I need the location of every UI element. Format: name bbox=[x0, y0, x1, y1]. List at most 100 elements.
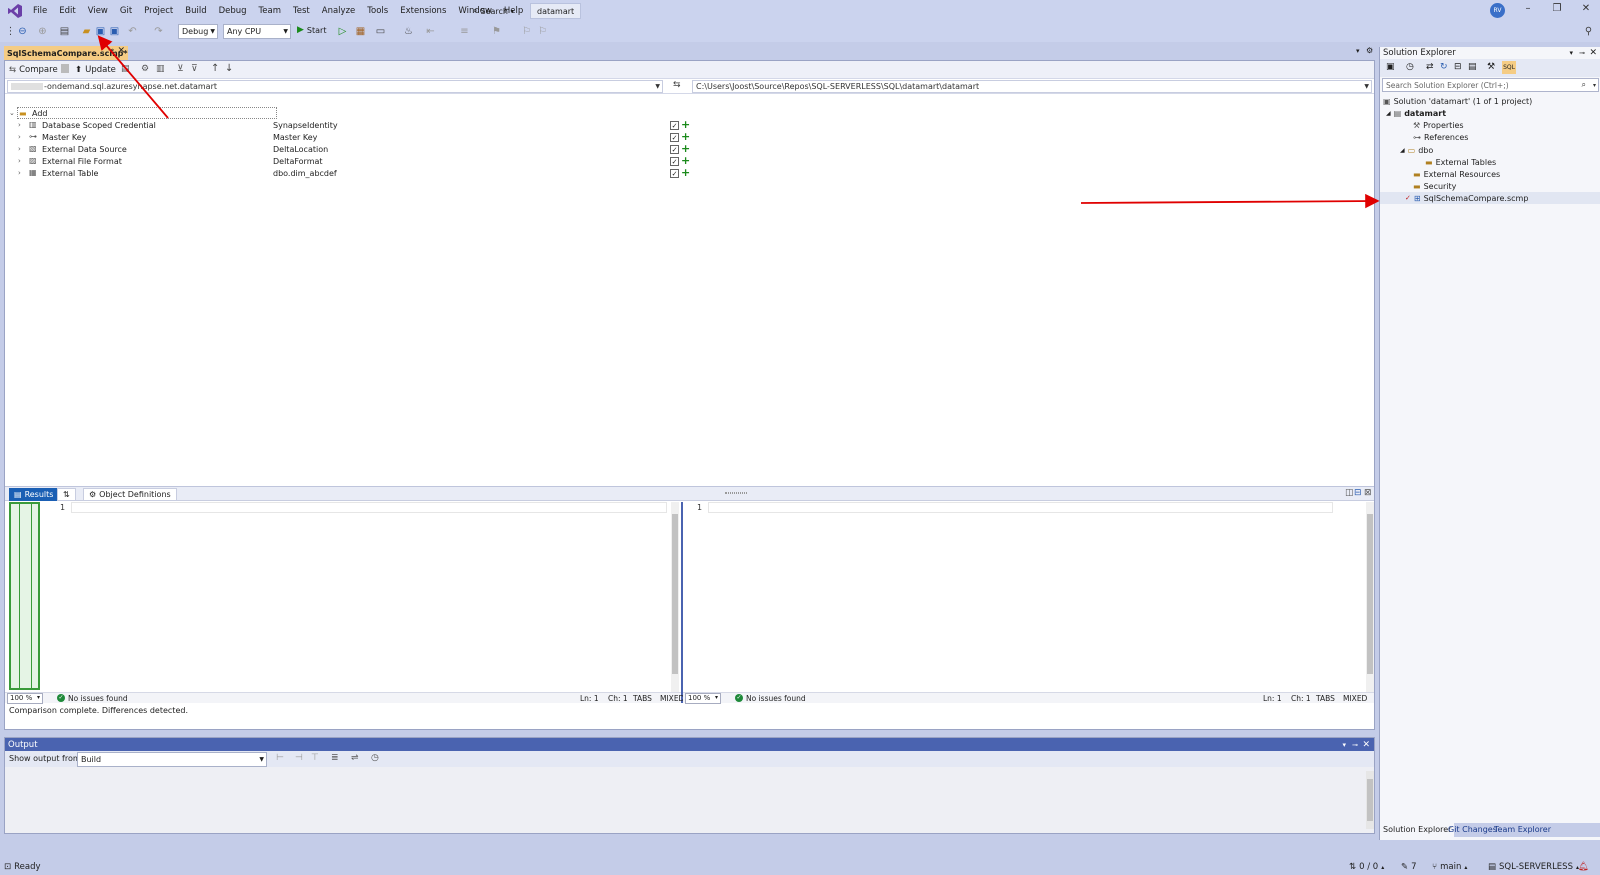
options-icon[interactable]: ⚙ bbox=[141, 64, 149, 74]
menu-view[interactable]: View bbox=[82, 6, 114, 16]
properties-icon[interactable]: ⚒ bbox=[1487, 62, 1495, 72]
scrollbar-thumb[interactable] bbox=[1367, 514, 1373, 674]
chevron-right-icon[interactable]: › bbox=[18, 169, 21, 177]
include-checkbox[interactable]: ✓ bbox=[670, 132, 679, 142]
tree-node-project[interactable]: ◢ ▤ datamart bbox=[1386, 107, 1446, 119]
start-without-debugging-icon[interactable]: ▷ bbox=[336, 25, 349, 38]
tree-node-properties[interactable]: ⚒ Properties bbox=[1413, 119, 1464, 131]
next-change-icon[interactable]: ↓ bbox=[225, 63, 233, 74]
pin-icon[interactable]: ⊸ bbox=[108, 46, 114, 54]
save-icon[interactable]: ▣ bbox=[94, 25, 107, 38]
output-source-select[interactable]: Build ▼ bbox=[77, 752, 267, 767]
close-icon[interactable]: ✕ bbox=[1589, 48, 1597, 58]
configuration-select[interactable]: Debug ▼ bbox=[178, 24, 218, 39]
menu-project[interactable]: Project bbox=[138, 6, 179, 16]
tree-node-external-tables[interactable]: ▬ External Tables bbox=[1425, 156, 1496, 168]
menu-analyze[interactable]: Analyze bbox=[316, 6, 362, 16]
generate-script-icon[interactable]: ▤ bbox=[121, 64, 130, 74]
tree-node-external-resources[interactable]: ▬ External Resources bbox=[1413, 168, 1500, 180]
zoom-select[interactable]: 100 % ▾ bbox=[685, 693, 721, 704]
previous-change-icon[interactable]: ↑ bbox=[211, 63, 219, 74]
target-script-pane[interactable]: 1 bbox=[683, 502, 1374, 692]
solution-search-input[interactable]: Search Solution Explorer (Ctrl+;) ⌕ ▾ bbox=[1382, 78, 1599, 92]
collapse-icon[interactable]: ⊠ bbox=[1364, 488, 1372, 498]
avatar[interactable]: RV bbox=[1490, 3, 1505, 18]
hot-reload-icon[interactable]: ♨ bbox=[402, 25, 415, 38]
chevron-down-icon[interactable]: ▾ bbox=[1569, 49, 1573, 57]
find-message-icon[interactable]: ⊢ bbox=[276, 753, 284, 763]
include-checkbox[interactable]: ✓ bbox=[670, 120, 679, 130]
tree-node-scmp-file[interactable]: ✓ ⊞ SqlSchemaCompare.scmp bbox=[1380, 192, 1600, 204]
show-all-files-icon[interactable]: ▤ bbox=[1468, 62, 1477, 72]
menu-debug[interactable]: Debug bbox=[213, 6, 253, 16]
back-icon[interactable]: ⊖ bbox=[16, 25, 29, 38]
expanded-icon[interactable]: ⌄ bbox=[9, 109, 15, 117]
undo-icon[interactable]: ↶ bbox=[126, 25, 139, 38]
output-text-area[interactable] bbox=[5, 767, 1374, 833]
vertical-scrollbar[interactable] bbox=[671, 502, 679, 692]
line-ending-indicator[interactable]: MIXED bbox=[660, 694, 684, 703]
browse-icon[interactable]: ▦ bbox=[354, 25, 367, 38]
tree-node-solution[interactable]: ▣ Solution 'datamart' (1 of 1 project) bbox=[1383, 95, 1532, 107]
tree-node-security[interactable]: ▬ Security bbox=[1413, 180, 1456, 192]
update-button[interactable]: ⬆ Update bbox=[75, 63, 116, 77]
tab-object-definitions[interactable]: ⚙ Object Definitions bbox=[83, 488, 177, 501]
platform-select[interactable]: Any CPU ▼ bbox=[223, 24, 291, 39]
previous-message-icon[interactable]: ⊣ bbox=[295, 753, 303, 763]
tab-team-explorer[interactable]: Team Explorer bbox=[1494, 825, 1551, 834]
source-script-pane[interactable]: 1 bbox=[5, 502, 681, 692]
bookmark-clear-icon[interactable]: ⚐ bbox=[536, 25, 549, 38]
split-horizontal-icon[interactable]: ⊟ bbox=[1354, 488, 1362, 498]
group-by-icon[interactable]: ▥ bbox=[156, 64, 165, 74]
zoom-select[interactable]: 100 % ▾ bbox=[7, 693, 43, 704]
next-message-icon[interactable]: ⊤ bbox=[311, 753, 319, 763]
branch-picker[interactable]: ⑂ main ▴ bbox=[1432, 862, 1467, 872]
table-row[interactable]: › ▦ External Table dbo.dim_abcdef ✓ + bbox=[5, 167, 1374, 179]
tabs-indicator[interactable]: TABS bbox=[633, 694, 652, 703]
close-icon[interactable]: ✕ bbox=[1362, 740, 1370, 750]
swap-icon[interactable]: ⇆ bbox=[673, 80, 681, 90]
issues-indicator[interactable]: ✓ No issues found bbox=[735, 694, 806, 703]
tabs-indicator[interactable]: TABS bbox=[1316, 694, 1335, 703]
menu-tools[interactable]: Tools bbox=[361, 6, 394, 16]
include-checkbox[interactable]: ✓ bbox=[670, 168, 679, 178]
menu-file[interactable]: File bbox=[27, 6, 53, 16]
notifications-icon[interactable]: 🔔︎ bbox=[1578, 862, 1589, 872]
menu-git[interactable]: Git bbox=[114, 6, 138, 16]
filter-icon[interactable]: ⊻ bbox=[177, 64, 184, 74]
sync-icon[interactable]: ⇄ bbox=[1426, 62, 1434, 72]
minimize-button[interactable]: – bbox=[1518, 3, 1538, 14]
tab-overflow-icon[interactable]: ▾ bbox=[1356, 47, 1360, 55]
sql-view-icon[interactable]: SQL bbox=[1502, 61, 1516, 74]
issues-indicator[interactable]: ✓ No issues found bbox=[57, 694, 128, 703]
menu-build[interactable]: Build bbox=[179, 6, 212, 16]
scrollbar-thumb[interactable] bbox=[672, 514, 678, 674]
open-folder-icon[interactable]: ▰ bbox=[80, 25, 93, 38]
start-button[interactable]: ▶ Start bbox=[297, 25, 326, 35]
chevron-right-icon[interactable]: › bbox=[18, 145, 21, 153]
chevron-right-icon[interactable]: › bbox=[18, 121, 21, 129]
bookmark-next-icon[interactable]: ⚐ bbox=[520, 25, 533, 38]
vertical-scrollbar[interactable] bbox=[1366, 771, 1374, 829]
vertical-scrollbar[interactable] bbox=[1366, 502, 1374, 692]
save-all-icon[interactable]: ▣ bbox=[108, 25, 121, 38]
tree-node-references[interactable]: ⊶ References bbox=[1413, 131, 1468, 143]
tab-solution-explorer[interactable]: Solution Explorer bbox=[1380, 823, 1455, 837]
pending-edits[interactable]: ✎ 7 bbox=[1401, 862, 1417, 872]
indent-icon[interactable]: ≡ bbox=[458, 25, 471, 38]
restore-button[interactable]: ❐ bbox=[1547, 3, 1567, 14]
filter-clear-icon[interactable]: ⊽ bbox=[191, 64, 198, 74]
forward-icon[interactable]: ⊕ bbox=[36, 25, 49, 38]
splitter-grip[interactable] bbox=[725, 492, 747, 494]
switch-views-icon[interactable]: ▣ bbox=[1386, 62, 1395, 72]
clock-icon[interactable]: ◷ bbox=[371, 753, 379, 763]
clear-all-icon[interactable]: ≣ bbox=[331, 753, 339, 763]
tab-git-changes[interactable]: Git Changes bbox=[1448, 825, 1497, 834]
expanded-icon[interactable]: ◢ bbox=[1400, 147, 1405, 154]
tab-sqlschemacompare[interactable]: SqlSchemaCompare.scmp* ⊸ ✕ bbox=[4, 46, 128, 60]
pin-icon[interactable]: ⊸ bbox=[1352, 741, 1358, 749]
line-ending-indicator[interactable]: MIXED bbox=[1343, 694, 1367, 703]
close-window-button[interactable]: ✕ bbox=[1576, 3, 1596, 14]
stop-icon[interactable] bbox=[61, 64, 69, 73]
tree-node-dbo[interactable]: ◢ ▭ dbo bbox=[1400, 144, 1433, 156]
